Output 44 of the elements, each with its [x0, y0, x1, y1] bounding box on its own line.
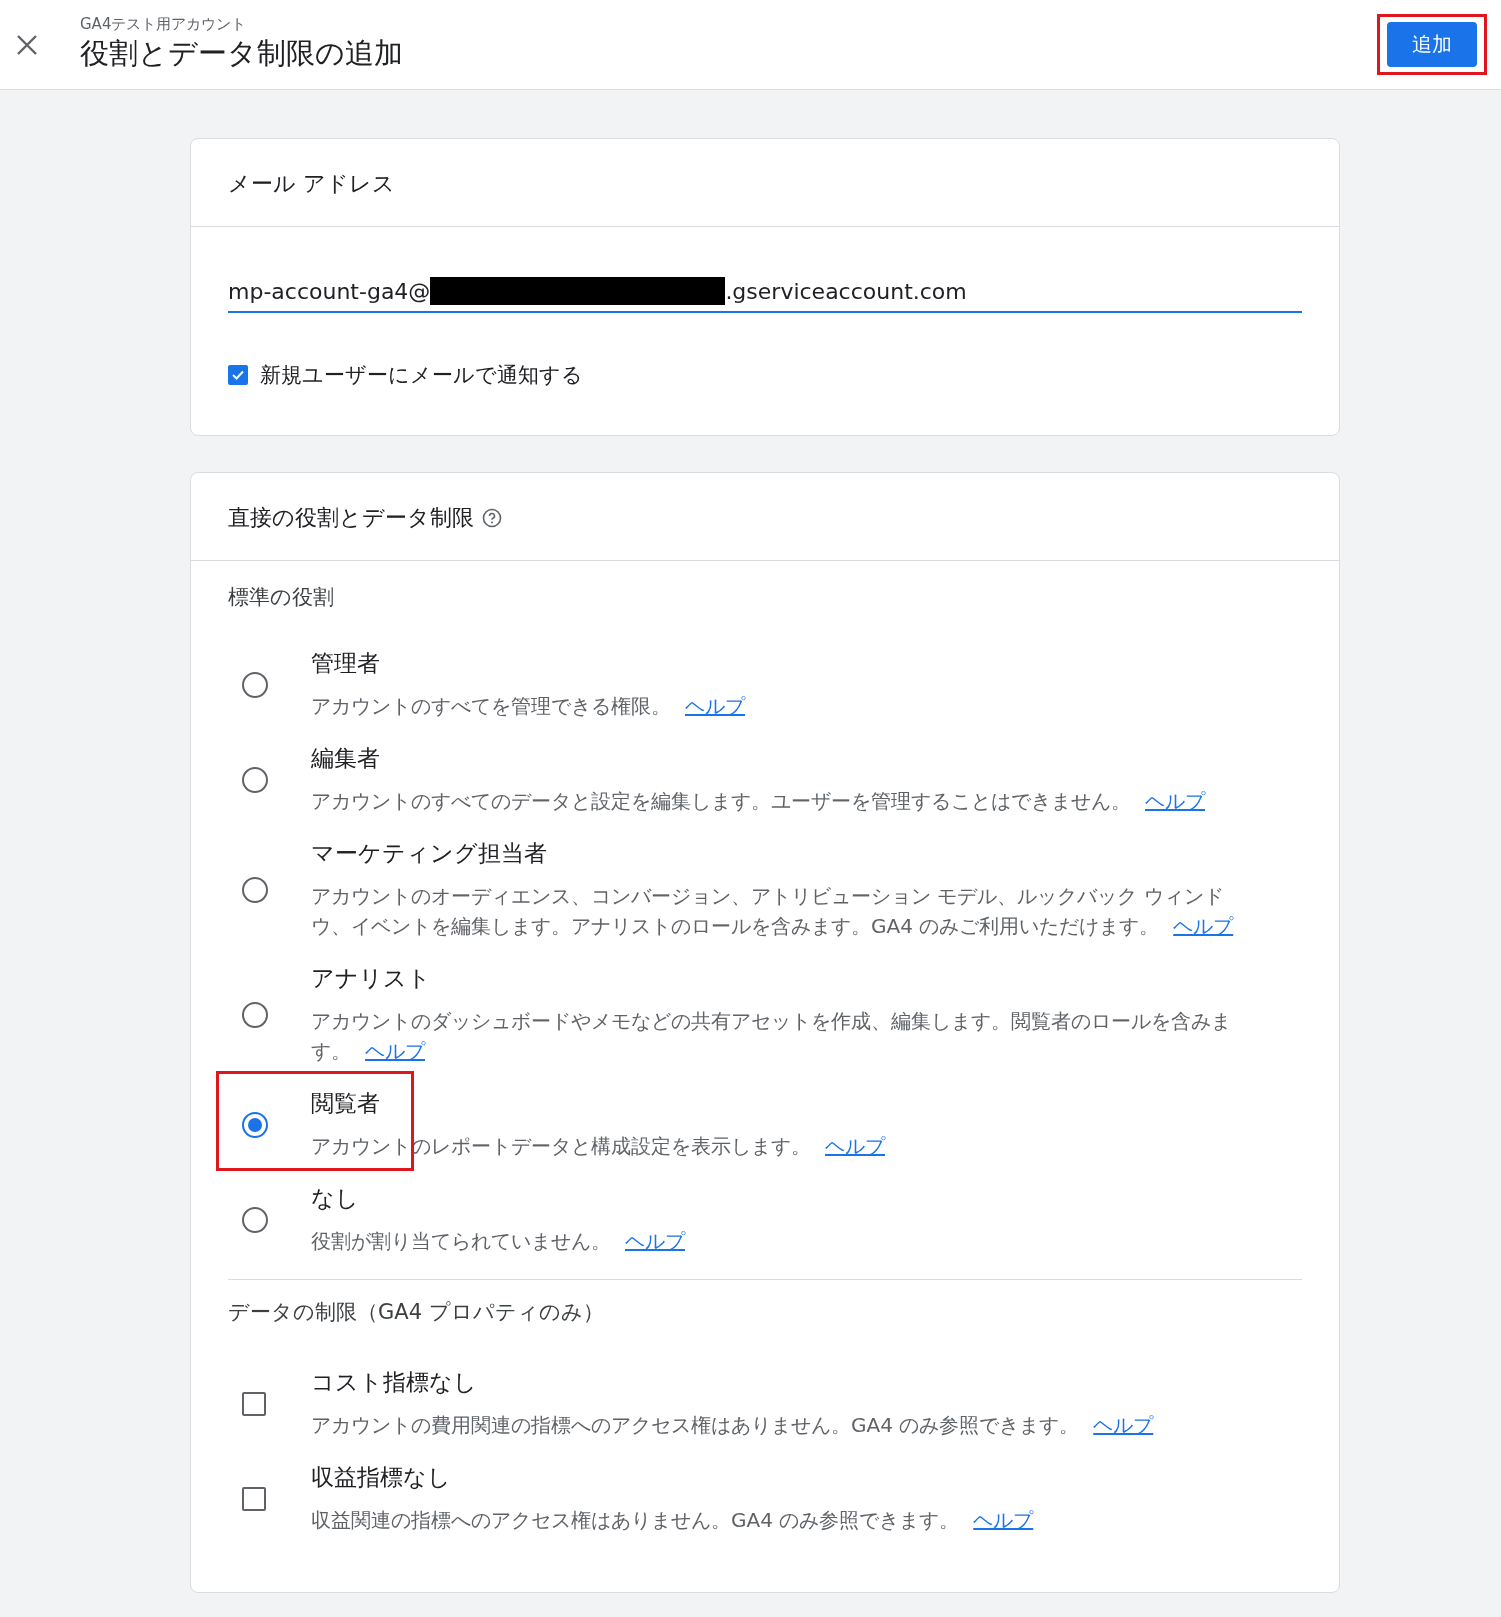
- role-radio[interactable]: [242, 1111, 268, 1138]
- role-description: アカウントのダッシュボードやメモなどの共有アセットを作成、編集します。閲覧者のロールを含みます。 ヘルプ: [311, 1008, 1232, 1065]
- help-link[interactable]: ヘルプ: [1093, 1413, 1154, 1437]
- page-title: 役割とデータ制限の追加: [80, 35, 404, 72]
- help-link[interactable]: ヘルプ: [825, 1134, 885, 1158]
- help-link[interactable]: ヘルプ: [1145, 789, 1205, 813]
- role-name: アナリスト: [311, 964, 432, 993]
- restriction-checkbox[interactable]: [242, 1391, 266, 1416]
- role-radio[interactable]: [242, 1001, 268, 1028]
- checkbox-label: 新規ユーザーにメールで通知する: [260, 362, 583, 389]
- role-name: 閲覧者: [311, 1089, 381, 1118]
- help-link[interactable]: ヘルプ: [625, 1229, 685, 1253]
- help-link[interactable]: ヘルプ: [1173, 914, 1234, 938]
- section-label: 標準の役割: [228, 584, 335, 611]
- card-title: 直接の役割とデータ制限: [228, 504, 474, 532]
- restriction-name: 収益指標なし: [311, 1463, 452, 1492]
- section-label: データの制限（GA4 プロパティのみ）: [228, 1299, 605, 1326]
- add-button[interactable]: 追加: [1387, 22, 1477, 67]
- account-name: GA4テスト用アカウント: [80, 15, 248, 34]
- role-description: アカウントのすべてのデータと設定を編集します。ユーザーを管理することはできません。 ヘルプ: [311, 788, 1207, 815]
- help-icon[interactable]: [482, 508, 502, 528]
- role-name: 編集者: [311, 744, 381, 773]
- restriction-description: アカウントの費用関連の指標へのアクセス権はありません。GA4 のみ参照できます。 ヘルプ: [311, 1412, 1155, 1439]
- role-radio[interactable]: [242, 1206, 268, 1233]
- close-icon: [16, 33, 38, 56]
- restriction-name: コスト指標なし: [311, 1368, 478, 1397]
- role-name: マーケティング担当者: [311, 839, 548, 868]
- role-radio[interactable]: [242, 671, 268, 698]
- role-radio[interactable]: [242, 876, 268, 903]
- email-field[interactable]: mp-account-ga4@ .gserviceaccount.com: [228, 277, 1302, 313]
- restriction-checkbox[interactable]: [242, 1486, 266, 1511]
- role-radio[interactable]: [242, 766, 268, 793]
- card-title: メール アドレス: [228, 170, 395, 198]
- help-link[interactable]: ヘルプ: [685, 694, 745, 718]
- notify-checkbox[interactable]: [228, 365, 248, 385]
- role-description: 役割が割り当てられていません。 ヘルプ: [311, 1228, 687, 1255]
- role-name: 管理者: [311, 649, 381, 678]
- role-name: なし: [311, 1184, 360, 1213]
- restriction-description: 収益関連の指標へのアクセス権はありません。GA4 のみ参照できます。 ヘルプ: [311, 1507, 1035, 1534]
- help-link[interactable]: ヘルプ: [973, 1508, 1034, 1532]
- role-description: アカウントのすべてを管理できる権限。 ヘルプ: [311, 693, 747, 720]
- check-icon: [231, 368, 245, 382]
- help-link[interactable]: ヘルプ: [365, 1039, 425, 1063]
- role-description: アカウントのオーディエンス、コンバージョン、アトリビューション モデル、ルックバック ウィンドウ、イベントを編集します。アナリストのロールを含みます。GA4 のみご利用いただけます。 ヘルプ: [311, 883, 1235, 940]
